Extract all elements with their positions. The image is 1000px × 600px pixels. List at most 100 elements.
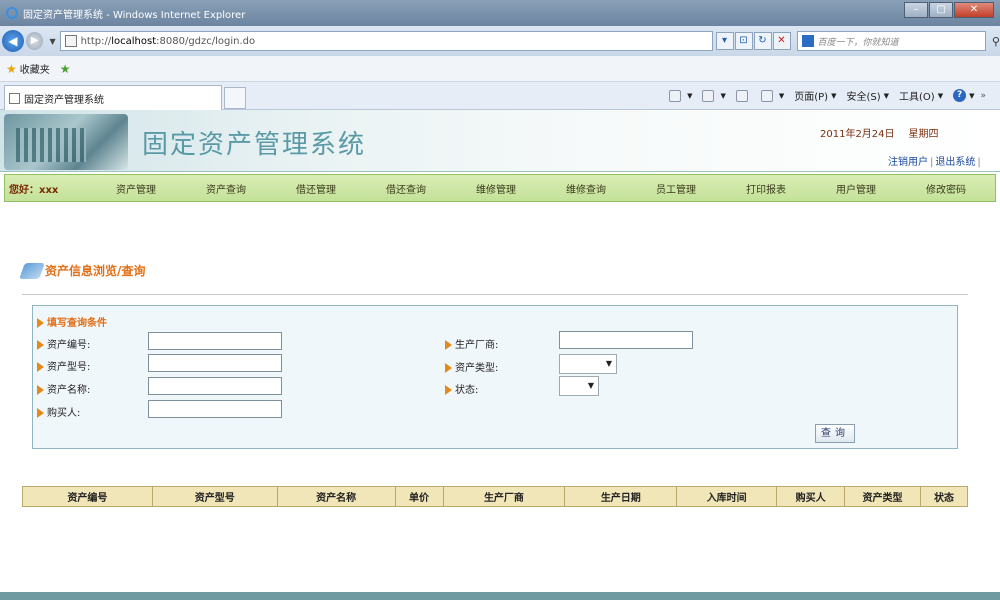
arrow-right-icon	[37, 318, 44, 328]
search-input[interactable]: 百度一下，你就知道	[796, 31, 986, 51]
asset-model-label: 资产型号:	[37, 358, 90, 373]
search-icon[interactable]: ⚲	[992, 35, 1000, 48]
asset-type-select[interactable]: ▼	[559, 354, 617, 374]
home-icon	[669, 89, 682, 102]
arrow-right-icon	[37, 408, 44, 418]
menu-borrow-query[interactable]: 借还查询	[361, 181, 451, 196]
stop-icon[interactable]: ✕	[772, 32, 791, 50]
section-title: 资产信息浏览/查询	[45, 264, 146, 278]
arrow-right-icon	[445, 363, 452, 373]
query-button[interactable]: 查询	[815, 424, 855, 443]
arrow-right-icon	[445, 340, 452, 350]
tab-page-icon	[9, 92, 20, 104]
page-icon	[64, 35, 77, 47]
menu-asset-manage[interactable]: 资产管理	[91, 181, 181, 196]
close-button[interactable]: ✕	[954, 2, 994, 18]
mail-button[interactable]	[735, 89, 751, 102]
section-heading: 资产信息浏览/查询	[19, 262, 146, 279]
asset-model-input[interactable]	[148, 354, 282, 372]
building-logo	[4, 114, 128, 170]
minimize-button[interactable]: –	[904, 2, 928, 18]
asset-no-input[interactable]	[148, 332, 282, 350]
section-divider	[22, 294, 968, 295]
table-header-row: 资产编号 资产型号 资产名称 单价 生产厂商 生产日期 入库时间 购买人 资产类…	[22, 486, 969, 507]
tab-bar: 固定资产管理系统 ▼ ▼ ▼ 页面(P) ▼ 安全(S) ▼ 工具(O) ▼ ? ▼ »	[0, 82, 1000, 110]
window-title-bar: 固定资产管理系统 - Windows Internet Explorer – □…	[0, 0, 1000, 26]
menu-borrow-manage[interactable]: 借还管理	[271, 181, 361, 196]
url-path: :8080/gdzc/login.do	[156, 35, 256, 47]
manufacturer-input[interactable]	[559, 331, 693, 349]
menu-change-password[interactable]: 修改密码	[901, 181, 991, 196]
system-title: 固定资产管理系统	[142, 130, 367, 160]
command-bar: ▼ ▼ ▼ 页面(P) ▼ 安全(S) ▼ 工具(O) ▼ ? ▼ »	[659, 88, 986, 103]
query-panel: 填写查询条件 资产编号: 资产型号: 资产名称: 购买人: 生产厂商: 资产类型…	[32, 305, 958, 449]
browser-tab[interactable]: 固定资产管理系统	[4, 85, 222, 110]
favorites-star-icon[interactable]: ★	[6, 62, 17, 76]
tools-menu[interactable]: 工具(O) ▼	[899, 88, 943, 104]
compat-view-icon[interactable]: ⊡	[734, 32, 753, 50]
user-greeting: 您好：xxx	[9, 184, 59, 196]
status-select[interactable]: ▼	[559, 376, 599, 396]
manufacturer-label: 生产厂商:	[445, 336, 498, 351]
arrow-right-icon	[37, 385, 44, 395]
asset-type-label: 资产类型:	[445, 359, 498, 374]
help-button[interactable]: ? ▼	[953, 89, 974, 102]
chevron-right-icon[interactable]: »	[980, 91, 986, 101]
col-storage-time: 入库时间	[676, 486, 778, 507]
url-dropdown-icon[interactable]: ▾	[715, 32, 734, 50]
col-manufacturer: 生产厂商	[442, 486, 566, 507]
print-button[interactable]: ▼	[760, 89, 784, 102]
favorites-bar: ★ 收藏夹 ★	[0, 56, 1000, 82]
baidu-icon	[801, 35, 814, 47]
maximize-button[interactable]: □	[929, 2, 953, 18]
feeds-button[interactable]: ▼	[702, 89, 726, 102]
arrow-right-icon	[37, 362, 44, 372]
add-favorite-icon[interactable]: ★	[60, 62, 71, 76]
ie-logo-icon	[6, 7, 18, 19]
refresh-icon[interactable]: ↻	[753, 32, 772, 50]
asset-name-label: 资产名称:	[37, 381, 90, 396]
results-table: 资产编号 资产型号 资产名称 单价 生产厂商 生产日期 入库时间 购买人 资产类…	[22, 486, 969, 507]
chevron-down-icon: ▼	[587, 381, 594, 390]
asset-name-input[interactable]	[148, 377, 282, 395]
menu-user-manage[interactable]: 用户管理	[811, 181, 901, 196]
status-label: 状态:	[445, 381, 478, 396]
col-production-date: 生产日期	[564, 486, 678, 507]
chevron-down-icon: ▼	[605, 359, 612, 368]
col-asset-name: 资产名称	[276, 486, 396, 507]
window-title: 固定资产管理系统 - Windows Internet Explorer	[23, 9, 246, 21]
arrow-right-icon	[445, 385, 452, 395]
buyer-input[interactable]	[148, 400, 282, 418]
menu-repair-query[interactable]: 维修查询	[541, 181, 631, 196]
back-button[interactable]: ◀	[2, 30, 24, 52]
rss-icon	[702, 89, 715, 102]
search-placeholder: 百度一下，你就知道	[817, 37, 899, 48]
url-prefix: http://	[80, 35, 112, 47]
page-menu[interactable]: 页面(P) ▼	[794, 88, 836, 104]
forward-button[interactable]: ▶	[25, 32, 44, 50]
current-date: 2011年2月24日	[820, 129, 895, 140]
mail-icon	[735, 89, 748, 102]
history-dropdown-icon[interactable]: ▼	[49, 37, 55, 46]
safety-menu[interactable]: 安全(S) ▼	[846, 88, 889, 104]
url-input[interactable]: http://localhost:8080/gdzc/login.do	[59, 31, 713, 51]
menu-print-report[interactable]: 打印报表	[721, 181, 811, 196]
link-separator: |	[930, 157, 934, 168]
print-icon	[760, 89, 773, 102]
col-unit-price: 单价	[394, 486, 444, 507]
col-status: 状态	[919, 486, 969, 507]
url-tools: ▾ ⊡ ↻ ✕	[715, 32, 791, 50]
col-buyer: 购买人	[776, 486, 846, 507]
new-tab-button[interactable]	[224, 87, 246, 109]
logout-link[interactable]: 注销用户	[888, 157, 928, 168]
favorites-button[interactable]: 收藏夹	[20, 61, 50, 76]
home-button[interactable]: ▼	[669, 89, 692, 102]
footer-bar	[0, 592, 1000, 600]
query-heading: 填写查询条件	[37, 314, 107, 329]
exit-link[interactable]: 退出系统	[935, 157, 975, 168]
date-display: 2011年2月24日 星期四	[820, 125, 939, 140]
menu-asset-query[interactable]: 资产查询	[181, 181, 271, 196]
menu-staff-manage[interactable]: 员工管理	[631, 181, 721, 196]
address-bar: ◀ ▶ ▼ http://localhost:8080/gdzc/login.d…	[0, 26, 1000, 56]
menu-repair-manage[interactable]: 维修管理	[451, 181, 541, 196]
